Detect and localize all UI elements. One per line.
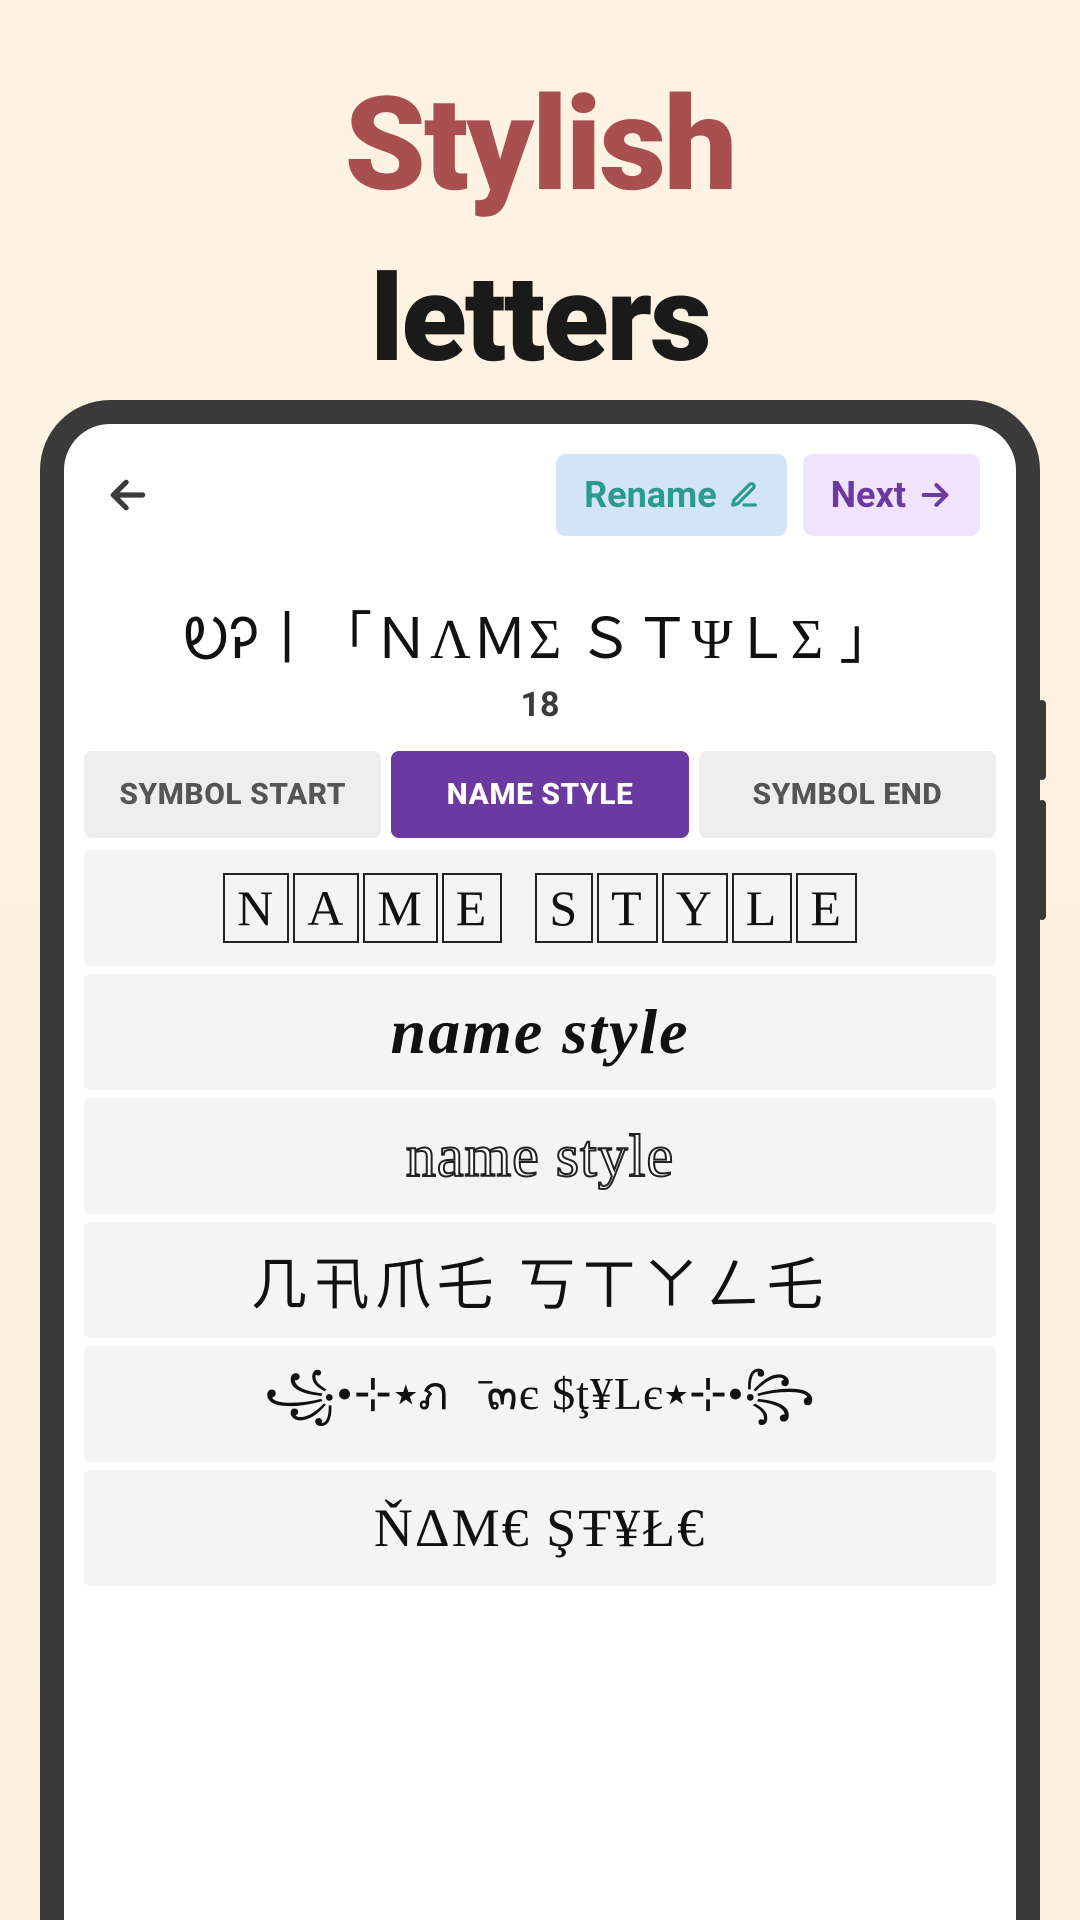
style-option-euro[interactable]: ŇΔM€ ŞŦ¥Ł€ <box>84 1470 996 1586</box>
style-option-script[interactable]: name style <box>84 974 996 1090</box>
phone-frame: Rename Next ᎧᎮ丨「ＮΛＭΣ ＳＴΨＬΣ 」 18 SYMBOL S… <box>40 400 1040 1920</box>
character-counter: 18 <box>64 685 1016 751</box>
arrow-left-icon <box>106 473 150 517</box>
tab-name-style[interactable]: NAME STYLE <box>391 751 688 838</box>
style-option-boxed[interactable]: NAME STYLE <box>84 850 996 966</box>
style-option-outline[interactable]: name style <box>84 1098 996 1214</box>
tab-symbol-end[interactable]: SYMBOL END <box>699 751 996 838</box>
promo-word-2: letters <box>0 260 1080 380</box>
next-button[interactable]: Next <box>803 454 980 536</box>
tabs: SYMBOL START NAME STYLE SYMBOL END <box>64 751 1016 838</box>
rename-label: Rename <box>584 474 717 516</box>
promo-heading: Stylish letters <box>0 0 1080 380</box>
style-list: NAME STYLE name style name style 几卂爪乇 丂ㄒ… <box>64 844 1016 1586</box>
toolbar: Rename Next <box>64 424 1016 554</box>
preview-name: ᎧᎮ丨「ＮΛＭΣ ＳＴΨＬΣ 」 <box>64 554 1016 685</box>
edit-icon <box>729 480 759 510</box>
tab-symbol-start[interactable]: SYMBOL START <box>84 751 381 838</box>
phone-side-button <box>1038 800 1046 920</box>
arrow-right-icon <box>918 478 952 512</box>
rename-button[interactable]: Rename <box>556 454 787 536</box>
promo-word-1: Stylish <box>0 80 1080 210</box>
next-label: Next <box>831 474 906 516</box>
back-button[interactable] <box>100 467 156 523</box>
phone-side-button <box>1038 700 1046 780</box>
style-option-decorated[interactable]: ꧁•⊹٭ภค̄๓є $ţ¥Lє٭⊹•꧂ <box>84 1346 996 1462</box>
style-option-asian[interactable]: 几卂爪乇 丂ㄒㄚㄥ乇 <box>84 1222 996 1338</box>
phone-screen: Rename Next ᎧᎮ丨「ＮΛＭΣ ＳＴΨＬΣ 」 18 SYMBOL S… <box>64 424 1016 1920</box>
